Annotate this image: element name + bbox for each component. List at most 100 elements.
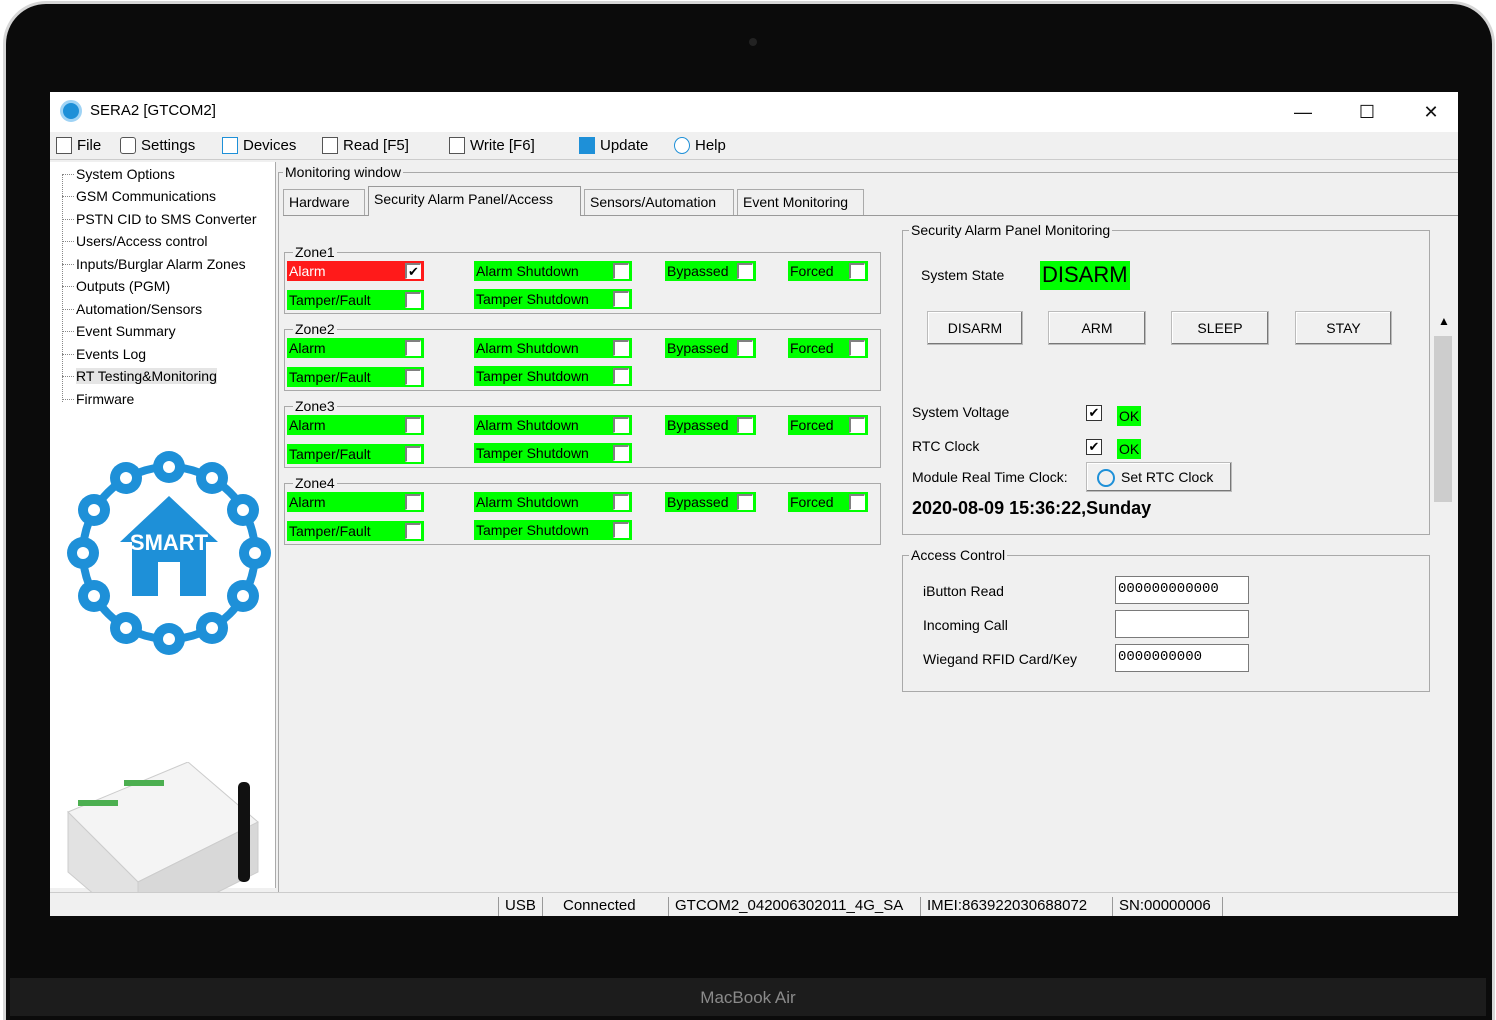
wiegand-field[interactable]: 0000000000 — [1115, 644, 1249, 672]
tree-tick — [62, 241, 74, 242]
tab-sensors[interactable]: Sensors/Automation — [584, 189, 734, 215]
zone2-tamper: Tamper/Fault — [287, 367, 424, 387]
rtc-clock-label: RTC Clock — [912, 438, 980, 454]
tree-item-pstn[interactable]: PSTN CID to SMS Converter — [76, 211, 257, 227]
tree-item-firmware[interactable]: Firmware — [76, 391, 134, 407]
menu-help[interactable]: Help — [674, 137, 726, 154]
scrollbar-thumb[interactable] — [1434, 336, 1452, 502]
menu-update[interactable]: Update — [579, 137, 648, 154]
laptop-brand: MacBook Air — [700, 988, 796, 1007]
tree-item-events-log[interactable]: Events Log — [76, 346, 146, 362]
maximize-button[interactable]: ☐ — [1347, 98, 1387, 126]
tree-tick — [62, 399, 74, 400]
zone3-title: Zone3 — [293, 398, 337, 414]
app-icon — [60, 100, 82, 122]
zone1-alarm-checkbox[interactable]: ✔ — [405, 263, 421, 279]
tree-item-gsm[interactable]: GSM Communications — [76, 188, 216, 204]
menu-devices[interactable]: Devices — [222, 137, 296, 154]
tree-tick — [62, 286, 74, 287]
menu-write[interactable]: Write [F6] — [449, 137, 535, 154]
zone1-tamper-checkbox[interactable] — [405, 292, 421, 308]
zone4-alarm-shutdown-checkbox[interactable] — [613, 494, 629, 510]
menu-bar: File Settings Devices Read [F5] Write [F… — [50, 132, 1458, 160]
read-icon — [322, 137, 338, 154]
zone1-bypassed: Bypassed — [665, 261, 756, 281]
zone3-forced: Forced — [788, 415, 868, 435]
tree-item-system-options[interactable]: System Options — [76, 166, 175, 182]
tree-item-inputs[interactable]: Inputs/Burglar Alarm Zones — [76, 256, 246, 272]
incoming-call-field[interactable] — [1115, 610, 1249, 638]
zone4-tamper-checkbox[interactable] — [405, 523, 421, 539]
tree-tick — [62, 264, 74, 265]
laptop-frame: MacBook Air SERA2 [GTCOM2] — ☐ ✕ File Se… — [0, 0, 1496, 1020]
rtc-clock-status: OK — [1117, 439, 1142, 459]
write-icon — [449, 137, 465, 154]
tree-tick — [62, 309, 74, 310]
logo-text: SMART — [130, 530, 209, 555]
zone2-forced-checkbox[interactable] — [849, 340, 865, 356]
zone4-tamper: Tamper/Fault — [287, 521, 424, 541]
ibutton-field[interactable]: 000000000000 — [1115, 576, 1249, 604]
tree-tick — [62, 174, 74, 175]
zone3-alarm-checkbox[interactable] — [405, 417, 421, 433]
zone4-tamper-shutdown: Tamper Shutdown — [474, 520, 632, 540]
alarm-panel-group: Security Alarm Panel Monitoring System S… — [902, 222, 1430, 535]
zone3-tamper-checkbox[interactable] — [405, 446, 421, 462]
zone3-forced-checkbox[interactable] — [849, 417, 865, 433]
stay-button[interactable]: STAY — [1295, 311, 1392, 345]
minimize-button[interactable]: — — [1283, 98, 1323, 126]
menu-file[interactable]: File — [56, 137, 101, 154]
close-button[interactable]: ✕ — [1411, 98, 1451, 126]
zone1-alarm-shutdown-checkbox[interactable] — [613, 263, 629, 279]
monitoring-area: Monitoring window Hardware Security Alar… — [278, 162, 1458, 892]
tab-hardware[interactable]: Hardware — [283, 189, 365, 215]
tab-security-alarm[interactable]: Security Alarm Panel/Access — [368, 186, 581, 216]
tree-item-users[interactable]: Users/Access control — [76, 233, 207, 249]
zone3-tamper: Tamper/Fault — [287, 444, 424, 464]
sleep-button[interactable]: SLEEP — [1171, 311, 1269, 345]
tree-tick — [62, 354, 74, 355]
zone1-forced-checkbox[interactable] — [849, 263, 865, 279]
tree-item-automation[interactable]: Automation/Sensors — [76, 301, 202, 317]
zone1-tamper: Tamper/Fault — [287, 290, 424, 310]
incoming-call-label: Incoming Call — [923, 617, 1008, 633]
zone3-bypassed: Bypassed — [665, 415, 756, 435]
zone4-tamper-shutdown-checkbox[interactable] — [613, 522, 629, 538]
zone2-tamper-shutdown: Tamper Shutdown — [474, 366, 632, 386]
zone2-alarm-checkbox[interactable] — [405, 340, 421, 356]
zone2-tamper-shutdown-checkbox[interactable] — [613, 368, 629, 384]
menu-settings[interactable]: Settings — [120, 137, 195, 154]
zone4-alarm: Alarm — [287, 492, 424, 512]
tree-item-rt-testing[interactable]: RT Testing&Monitoring — [76, 368, 217, 384]
zone4-bypassed-checkbox[interactable] — [737, 494, 753, 510]
set-rtc-button[interactable]: Set RTC Clock — [1086, 462, 1232, 492]
zone1-tamper-shutdown-checkbox[interactable] — [613, 291, 629, 307]
tab-event-monitoring[interactable]: Event Monitoring — [737, 189, 864, 215]
zone3-bypassed-checkbox[interactable] — [737, 417, 753, 433]
scroll-up-icon[interactable]: ▲ — [1438, 314, 1450, 328]
menu-read[interactable]: Read [F5] — [322, 137, 409, 154]
status-device-id: GTCOM2_042006302011_4G_SA — [668, 897, 903, 916]
arm-button[interactable]: ARM — [1048, 311, 1146, 345]
tree-item-outputs[interactable]: Outputs (PGM) — [76, 278, 170, 294]
zone2-bypassed-checkbox[interactable] — [737, 340, 753, 356]
camera — [749, 38, 757, 46]
tree-item-event-summary[interactable]: Event Summary — [76, 323, 176, 339]
zone3-alarm-shutdown-checkbox[interactable] — [613, 417, 629, 433]
zone3-tamper-shutdown: Tamper Shutdown — [474, 443, 632, 463]
tree-connector — [62, 174, 63, 402]
zone1-tamper-shutdown: Tamper Shutdown — [474, 289, 632, 309]
zone2-tamper-checkbox[interactable] — [405, 369, 421, 385]
rtc-clock-checkbox[interactable]: ✔ — [1086, 439, 1102, 455]
zone4-forced-checkbox[interactable] — [849, 494, 865, 510]
zone4-forced: Forced — [788, 492, 868, 512]
zone4-alarm-checkbox[interactable] — [405, 494, 421, 510]
disarm-button[interactable]: DISARM — [927, 311, 1023, 345]
zone3-tamper-shutdown-checkbox[interactable] — [613, 445, 629, 461]
zone2-alarm-shutdown-checkbox[interactable] — [613, 340, 629, 356]
system-voltage-checkbox[interactable]: ✔ — [1086, 405, 1102, 421]
zone2-alarm: Alarm — [287, 338, 424, 358]
zone1-bypassed-checkbox[interactable] — [737, 263, 753, 279]
zone4-title: Zone4 — [293, 475, 337, 491]
zone1-alarm-shutdown: Alarm Shutdown — [474, 261, 632, 281]
